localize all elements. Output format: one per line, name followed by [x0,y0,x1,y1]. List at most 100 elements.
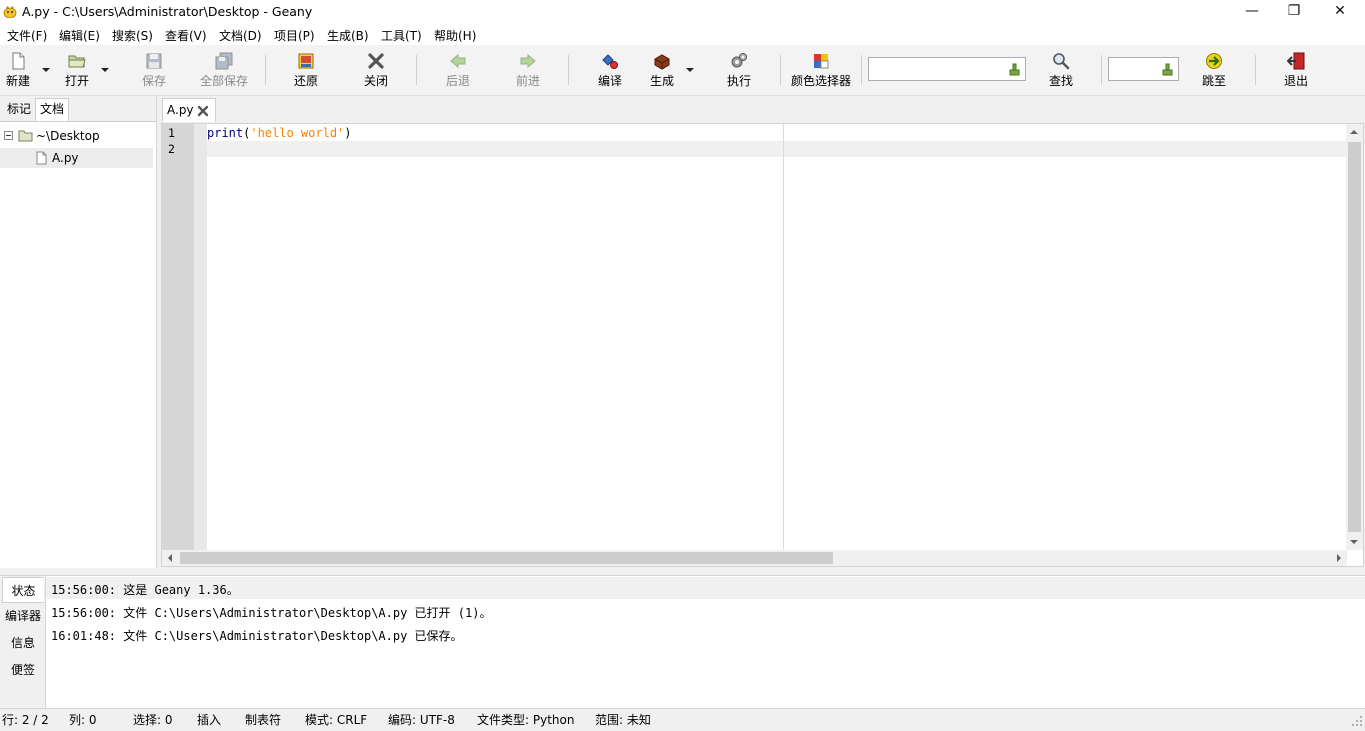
toolbar-separator [780,55,781,85]
status-line: 行: 2 / 2 [2,713,49,727]
arrow-left-icon [450,53,466,69]
document-tabs: A.py [160,96,1365,122]
status-column: 列: 0 [69,713,97,727]
clear-search-icon[interactable] [1008,62,1021,76]
build-brick-icon [654,54,670,70]
tab-compiler[interactable]: 编译器 [2,603,44,629]
execute-button[interactable]: 执行 [725,45,753,95]
status-message: 16:01:48: 文件 C:\Users\Administrator\Desk… [51,629,463,643]
compile-icon [602,54,618,69]
tab-status[interactable]: 状态 [2,577,44,603]
tab-symbols[interactable]: 标记 [3,99,35,121]
tree-folder-row[interactable]: ~\Desktop [0,126,153,146]
revert-button[interactable]: 还原 [292,45,320,95]
quit-door-icon [1287,52,1305,70]
sidebar: 标记 文档 ~\Desktop A.py [0,96,157,568]
vertical-scroll-thumb[interactable] [1348,142,1361,532]
close-window-button[interactable]: ✕ [1317,0,1363,24]
message-row-highlight [46,577,1365,599]
vertical-scrollbar[interactable] [1346,124,1363,550]
forward-button[interactable]: 前进 [514,45,542,95]
toolbar-separator [861,55,862,85]
menu-search[interactable]: 搜索(S) [112,27,153,44]
code-line-1[interactable]: print('hello world') [207,126,352,140]
file-icon [36,151,47,165]
save-all-button[interactable]: 全部保存 [200,45,248,95]
code-keyword: print [207,126,244,140]
scroll-right-icon[interactable] [1337,554,1341,562]
menu-edit[interactable]: 编辑(E) [59,27,100,44]
save-all-icon [215,52,233,70]
folder-name: ~\Desktop [36,129,100,143]
horizontal-scrollbar[interactable] [162,550,1347,566]
tab-scribble[interactable]: 便签 [2,657,44,683]
message-tabs: 状态 编译器 信息 便签 [0,576,46,708]
menu-bar: 文件(F) 编辑(E) 搜索(S) 查看(V) 文档(D) 项目(P) 生成(B… [0,24,1365,45]
magnifier-icon [1053,53,1070,70]
scroll-down-icon[interactable] [1350,540,1358,544]
search-field[interactable] [868,57,1026,81]
goto-button[interactable]: 跳至 [1200,45,1228,95]
line-number-gutter: 1 2 [162,124,194,550]
status-scope: 范围: 未知 [595,713,651,727]
text-area[interactable]: print('hello world') [207,124,1347,550]
goto-arrow-icon [1206,53,1222,69]
document-tab-active[interactable]: A.py [162,98,216,122]
geany-app-icon [3,6,17,18]
gears-icon [731,53,747,68]
toolbar-separator [568,55,569,85]
restore-button[interactable]: ❐ [1271,0,1317,24]
search-input[interactable] [871,59,1009,81]
build-dropdown-arrow[interactable] [686,68,694,72]
collapse-icon[interactable] [4,131,13,140]
new-button[interactable]: 新建 [4,45,32,95]
save-button[interactable]: 保存 [140,45,168,95]
folder-icon [18,130,33,142]
arrow-right-icon [520,53,536,69]
menu-document[interactable]: 文档(D) [219,27,262,44]
revert-icon [298,53,314,69]
tab-documents[interactable]: 文档 [35,98,70,121]
close-doc-button[interactable]: 关闭 [362,45,390,95]
new-dropdown-arrow[interactable] [42,68,50,72]
build-button[interactable]: 生成 [648,45,676,95]
tree-file-row[interactable]: A.py [0,148,153,168]
close-tab-icon[interactable] [197,105,209,117]
message-panel: 状态 编译器 信息 便签 15:56:00: 这是 Geany 1.36。 15… [0,575,1365,708]
line-number: 1 [168,126,175,140]
menu-build[interactable]: 生成(B) [327,27,369,44]
scroll-up-icon[interactable] [1350,130,1358,134]
fold-margin[interactable] [194,124,207,550]
goto-line-field[interactable] [1108,57,1179,81]
clear-goto-icon[interactable] [1161,62,1174,76]
goto-line-input[interactable] [1111,59,1162,81]
color-picker-icon [814,54,829,69]
save-disk-icon [146,53,162,69]
minimize-button[interactable]: — [1229,0,1275,24]
open-dropdown-arrow[interactable] [101,68,109,72]
menu-tools[interactable]: 工具(T) [381,27,422,44]
quit-button[interactable]: 退出 [1282,45,1310,95]
open-button[interactable]: 打开 [63,45,91,95]
line-number: 2 [168,142,175,156]
window-title: A.py - C:\Users\Administrator\Desktop - … [22,4,313,19]
color-picker-button[interactable]: 颜色选择器 [791,45,851,95]
compile-button[interactable]: 编译 [596,45,624,95]
menu-help[interactable]: 帮助(H) [434,27,476,44]
title-bar: A.py - C:\Users\Administrator\Desktop - … [0,0,1365,24]
menu-file[interactable]: 文件(F) [7,27,47,44]
code-editor[interactable]: 1 2 print('hello world') [161,123,1364,567]
menu-view[interactable]: 查看(V) [165,27,207,44]
status-insert-mode: 插入 [197,713,222,727]
find-button[interactable]: 查找 [1047,45,1075,95]
toolbar-separator [1101,55,1102,85]
horizontal-scroll-thumb[interactable] [180,552,833,564]
status-filetype: 文件类型: Python [477,713,575,727]
sidebar-tabs: 标记 文档 [0,96,156,122]
tab-messages[interactable]: 信息 [2,630,44,656]
resize-grip-icon[interactable] [1351,715,1363,727]
back-button[interactable]: 后退 [444,45,472,95]
code-paren: ) [344,126,352,140]
menu-project[interactable]: 项目(P) [274,27,315,44]
scroll-left-icon[interactable] [168,554,172,562]
